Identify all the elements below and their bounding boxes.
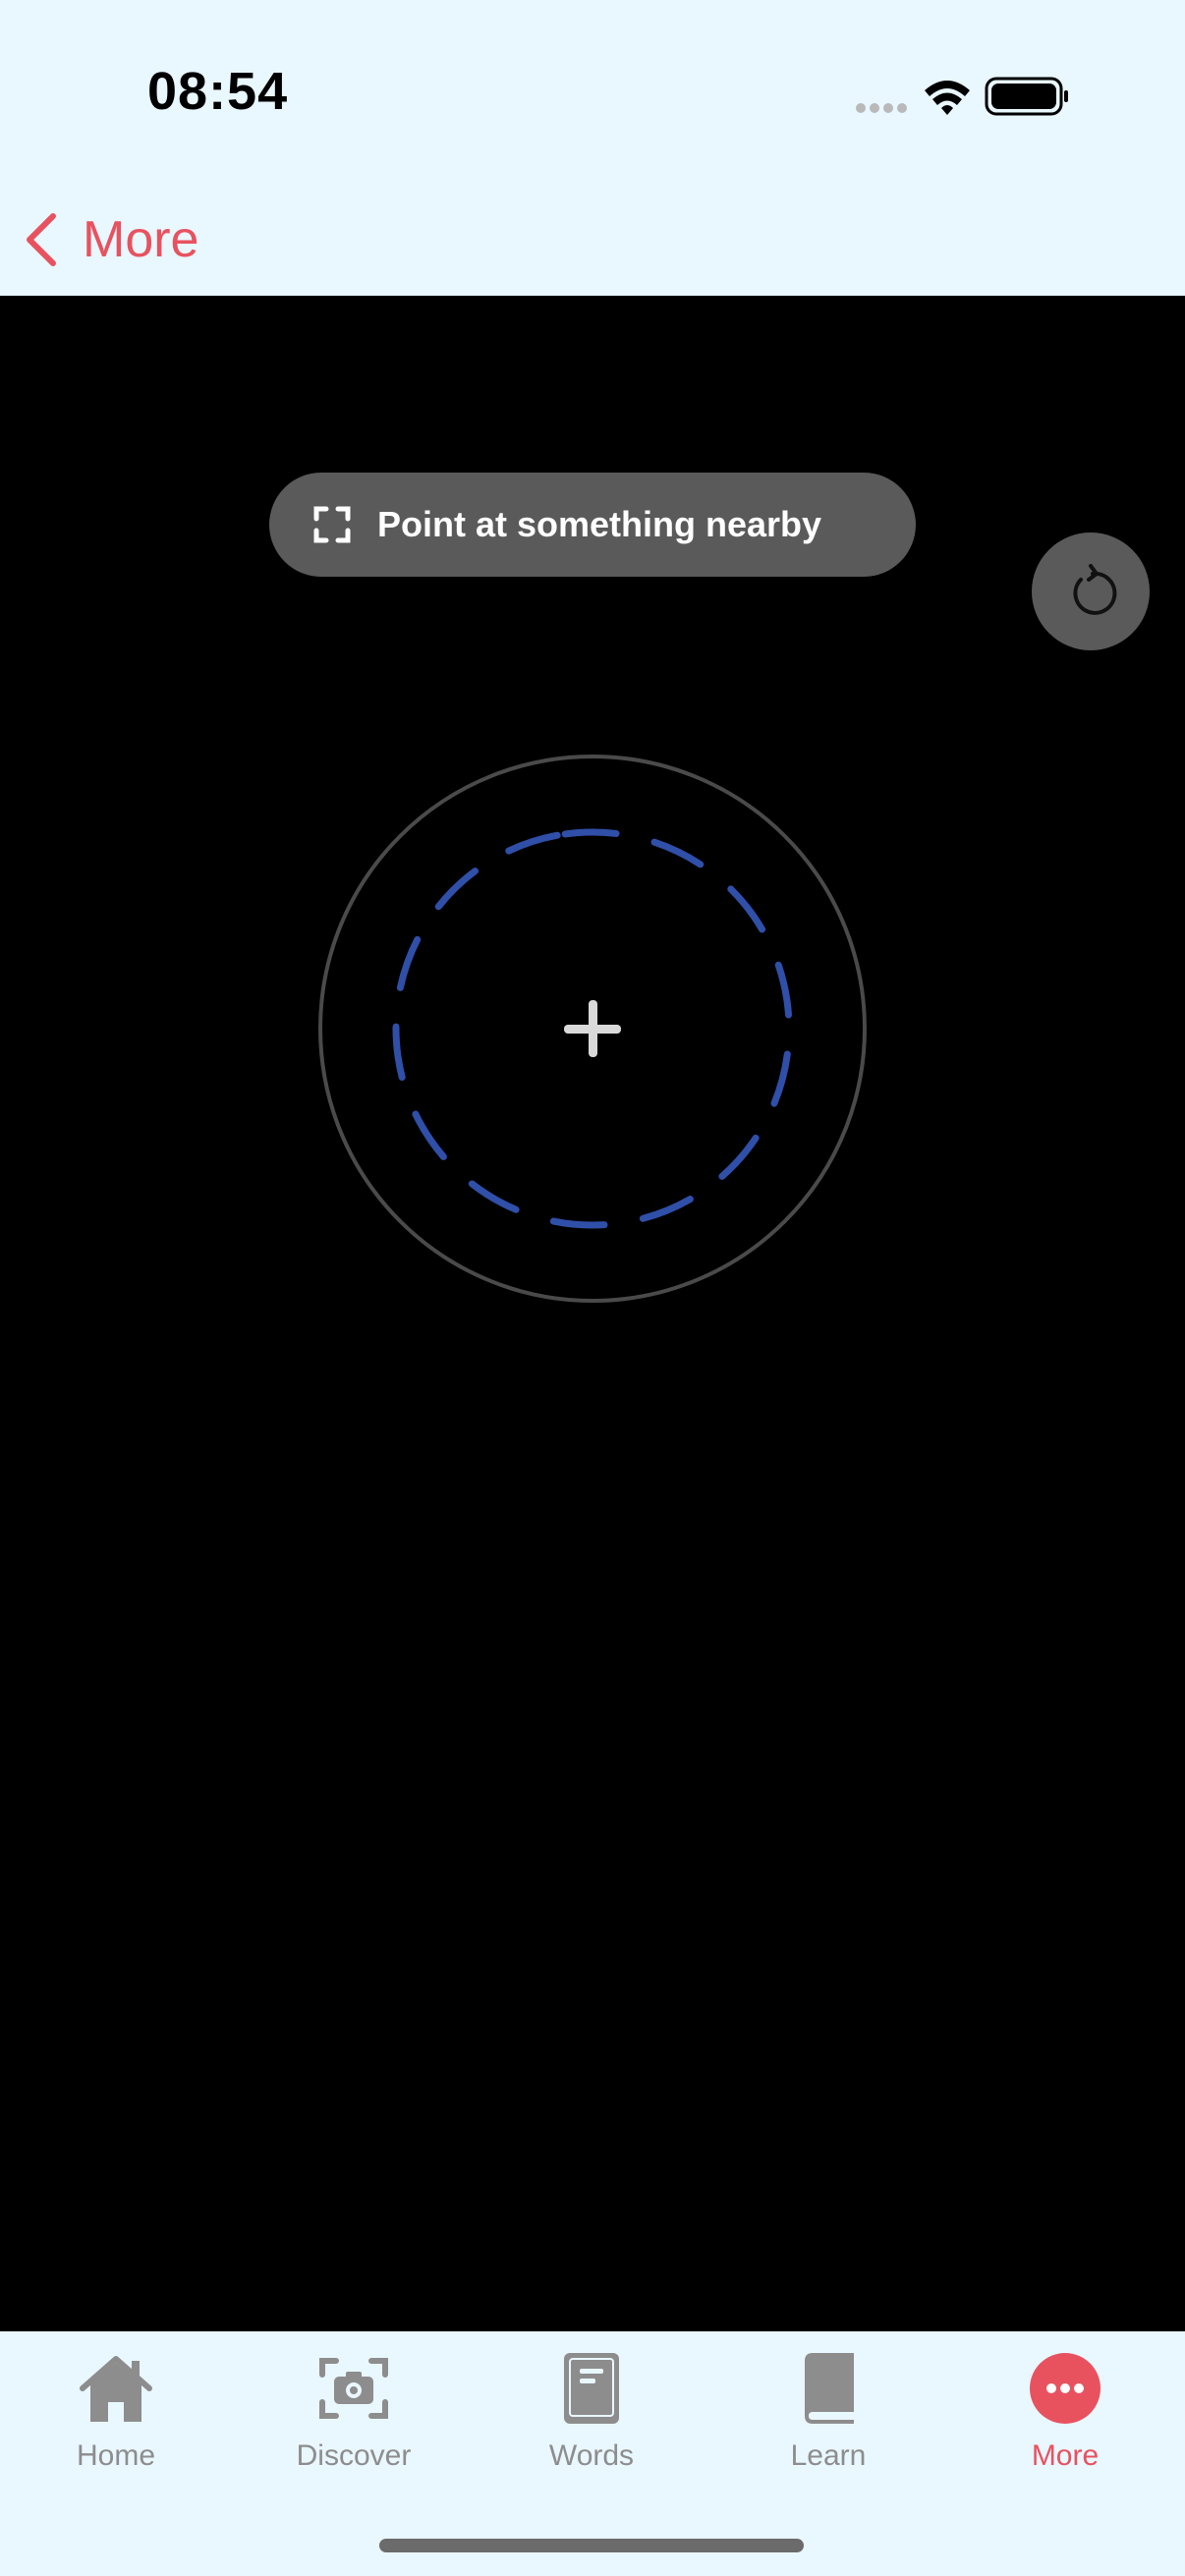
tab-words-label: Words [548,2439,635,2472]
back-label: More [83,211,199,268]
tab-learn[interactable]: Learn [740,2347,917,2494]
plus-icon [564,1000,621,1057]
tab-discover[interactable]: Discover [265,2347,442,2494]
scan-frame-icon [313,506,351,543]
back-button[interactable]: More [22,200,198,279]
status-bar: 08:54 [0,0,1185,187]
tab-discover-label: Discover [296,2439,412,2472]
home-icon [75,2347,157,2430]
notebook-icon [550,2347,633,2430]
tab-home-label: Home [76,2439,156,2472]
status-time: 08:54 [147,62,289,121]
target-reticle [318,755,867,1303]
navigation-bar: More [0,187,1185,295]
rotate-icon [1073,564,1117,615]
tab-home[interactable]: Home [28,2347,204,2494]
status-icons [851,69,1087,128]
camera-view[interactable]: Point at something nearby [0,296,1185,2331]
tab-more[interactable]: More [977,2347,1154,2494]
chevron-left-icon [27,213,56,266]
tab-learn-label: Learn [790,2439,867,2472]
battery-icon [985,77,1068,116]
book-icon [787,2347,870,2430]
more-icon [1024,2347,1106,2430]
home-indicator[interactable] [379,2539,804,2552]
tab-words[interactable]: Words [503,2347,680,2494]
tab-more-label: More [1031,2439,1100,2472]
reset-button[interactable] [1032,532,1150,650]
signal-icon [856,103,907,113]
wifi-icon [925,81,970,115]
camera-icon [312,2347,395,2430]
hint-pill: Point at something nearby [269,473,916,577]
hint-text: Point at something nearby [377,504,822,544]
